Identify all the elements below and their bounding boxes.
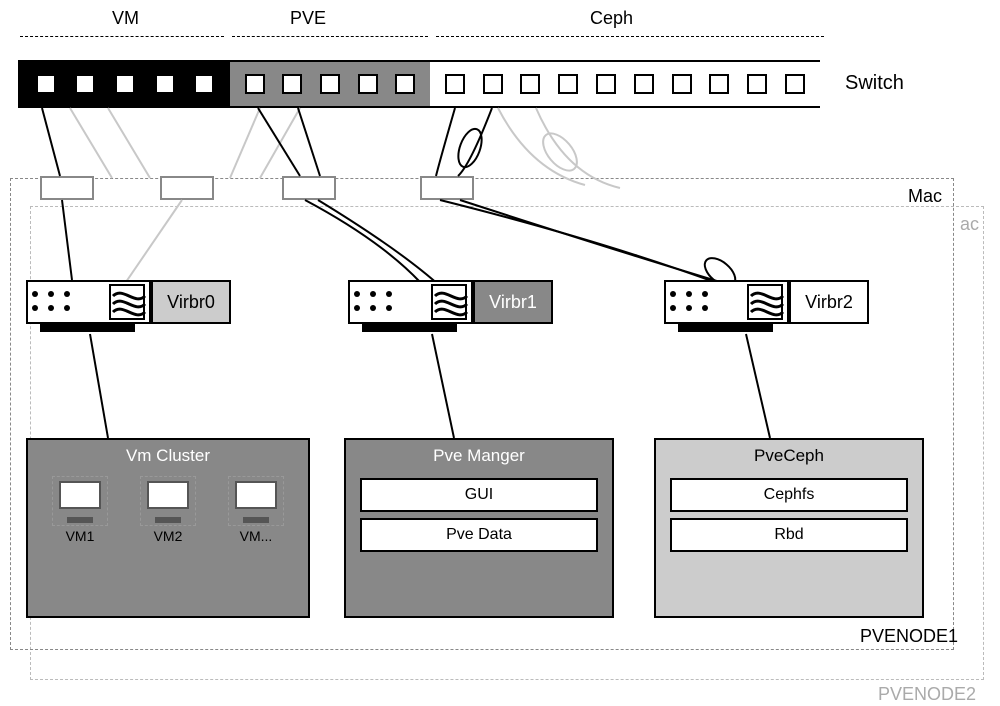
diagram-root: VM PVE Ceph bbox=[0, 0, 1000, 706]
pve-manager-item: GUI bbox=[360, 478, 598, 512]
switch-port bbox=[155, 74, 175, 94]
bridge-icon bbox=[747, 284, 783, 320]
switch bbox=[18, 60, 820, 108]
bracket-pve bbox=[232, 36, 428, 37]
switch-label: Switch bbox=[845, 72, 904, 95]
switch-port bbox=[358, 74, 378, 94]
pve-ceph-title: PveCeph bbox=[656, 440, 922, 472]
switch-port bbox=[245, 74, 265, 94]
switch-vm-section bbox=[20, 62, 230, 106]
pve-manager-box: Pve Manger GUI Pve Data bbox=[344, 438, 614, 618]
switch-port bbox=[75, 74, 95, 94]
switch-port bbox=[558, 74, 578, 94]
nic bbox=[160, 176, 214, 200]
vm-item: VM1 bbox=[52, 476, 108, 544]
bridge-icon bbox=[109, 284, 145, 320]
switch-port bbox=[672, 74, 692, 94]
mac1-label: Mac bbox=[908, 186, 942, 207]
pve-ceph-item: Rbd bbox=[670, 518, 908, 552]
switch-port bbox=[395, 74, 415, 94]
switch-port bbox=[520, 74, 540, 94]
bracket-ceph bbox=[436, 36, 824, 37]
switch-port bbox=[320, 74, 340, 94]
switch-port bbox=[596, 74, 616, 94]
vm-cluster-box: Vm Cluster VM1 VM2 VM... bbox=[26, 438, 310, 618]
pve-ceph-item: Cephfs bbox=[670, 478, 908, 512]
nic bbox=[420, 176, 474, 200]
bridge-icon bbox=[431, 284, 467, 320]
vm-item: VM2 bbox=[140, 476, 196, 544]
switch-port bbox=[445, 74, 465, 94]
pve-manager-title: Pve Manger bbox=[346, 440, 612, 472]
switch-port bbox=[282, 74, 302, 94]
pvenode2-label: PVENODE2 bbox=[878, 684, 976, 705]
switch-port bbox=[747, 74, 767, 94]
switch-port bbox=[785, 74, 805, 94]
vm-cluster-title: Vm Cluster bbox=[28, 440, 308, 472]
pvenode1-label: PVENODE1 bbox=[860, 626, 958, 647]
computer-icon bbox=[140, 476, 196, 526]
computer-icon bbox=[52, 476, 108, 526]
header-ceph-label: Ceph bbox=[590, 8, 633, 29]
switch-port bbox=[483, 74, 503, 94]
virbr2-label: Virbr2 bbox=[805, 292, 853, 313]
switch-port bbox=[194, 74, 214, 94]
nic bbox=[282, 176, 336, 200]
virbr0-label: Virbr0 bbox=[167, 292, 215, 313]
switch-port bbox=[709, 74, 729, 94]
header-vm-label: VM bbox=[112, 8, 139, 29]
mac2-label: ac bbox=[960, 214, 979, 235]
nic bbox=[40, 176, 94, 200]
header-pve-label: PVE bbox=[290, 8, 326, 29]
switch-pve-section bbox=[230, 62, 430, 106]
switch-port bbox=[115, 74, 135, 94]
switch-port bbox=[36, 74, 56, 94]
bracket-vm bbox=[20, 36, 224, 37]
pve-manager-item: Pve Data bbox=[360, 518, 598, 552]
vm-item: VM... bbox=[228, 476, 284, 544]
switch-ceph-section bbox=[430, 62, 820, 106]
computer-icon bbox=[228, 476, 284, 526]
virbr1-label: Virbr1 bbox=[489, 292, 537, 313]
switch-port bbox=[634, 74, 654, 94]
pve-ceph-box: PveCeph Cephfs Rbd bbox=[654, 438, 924, 618]
